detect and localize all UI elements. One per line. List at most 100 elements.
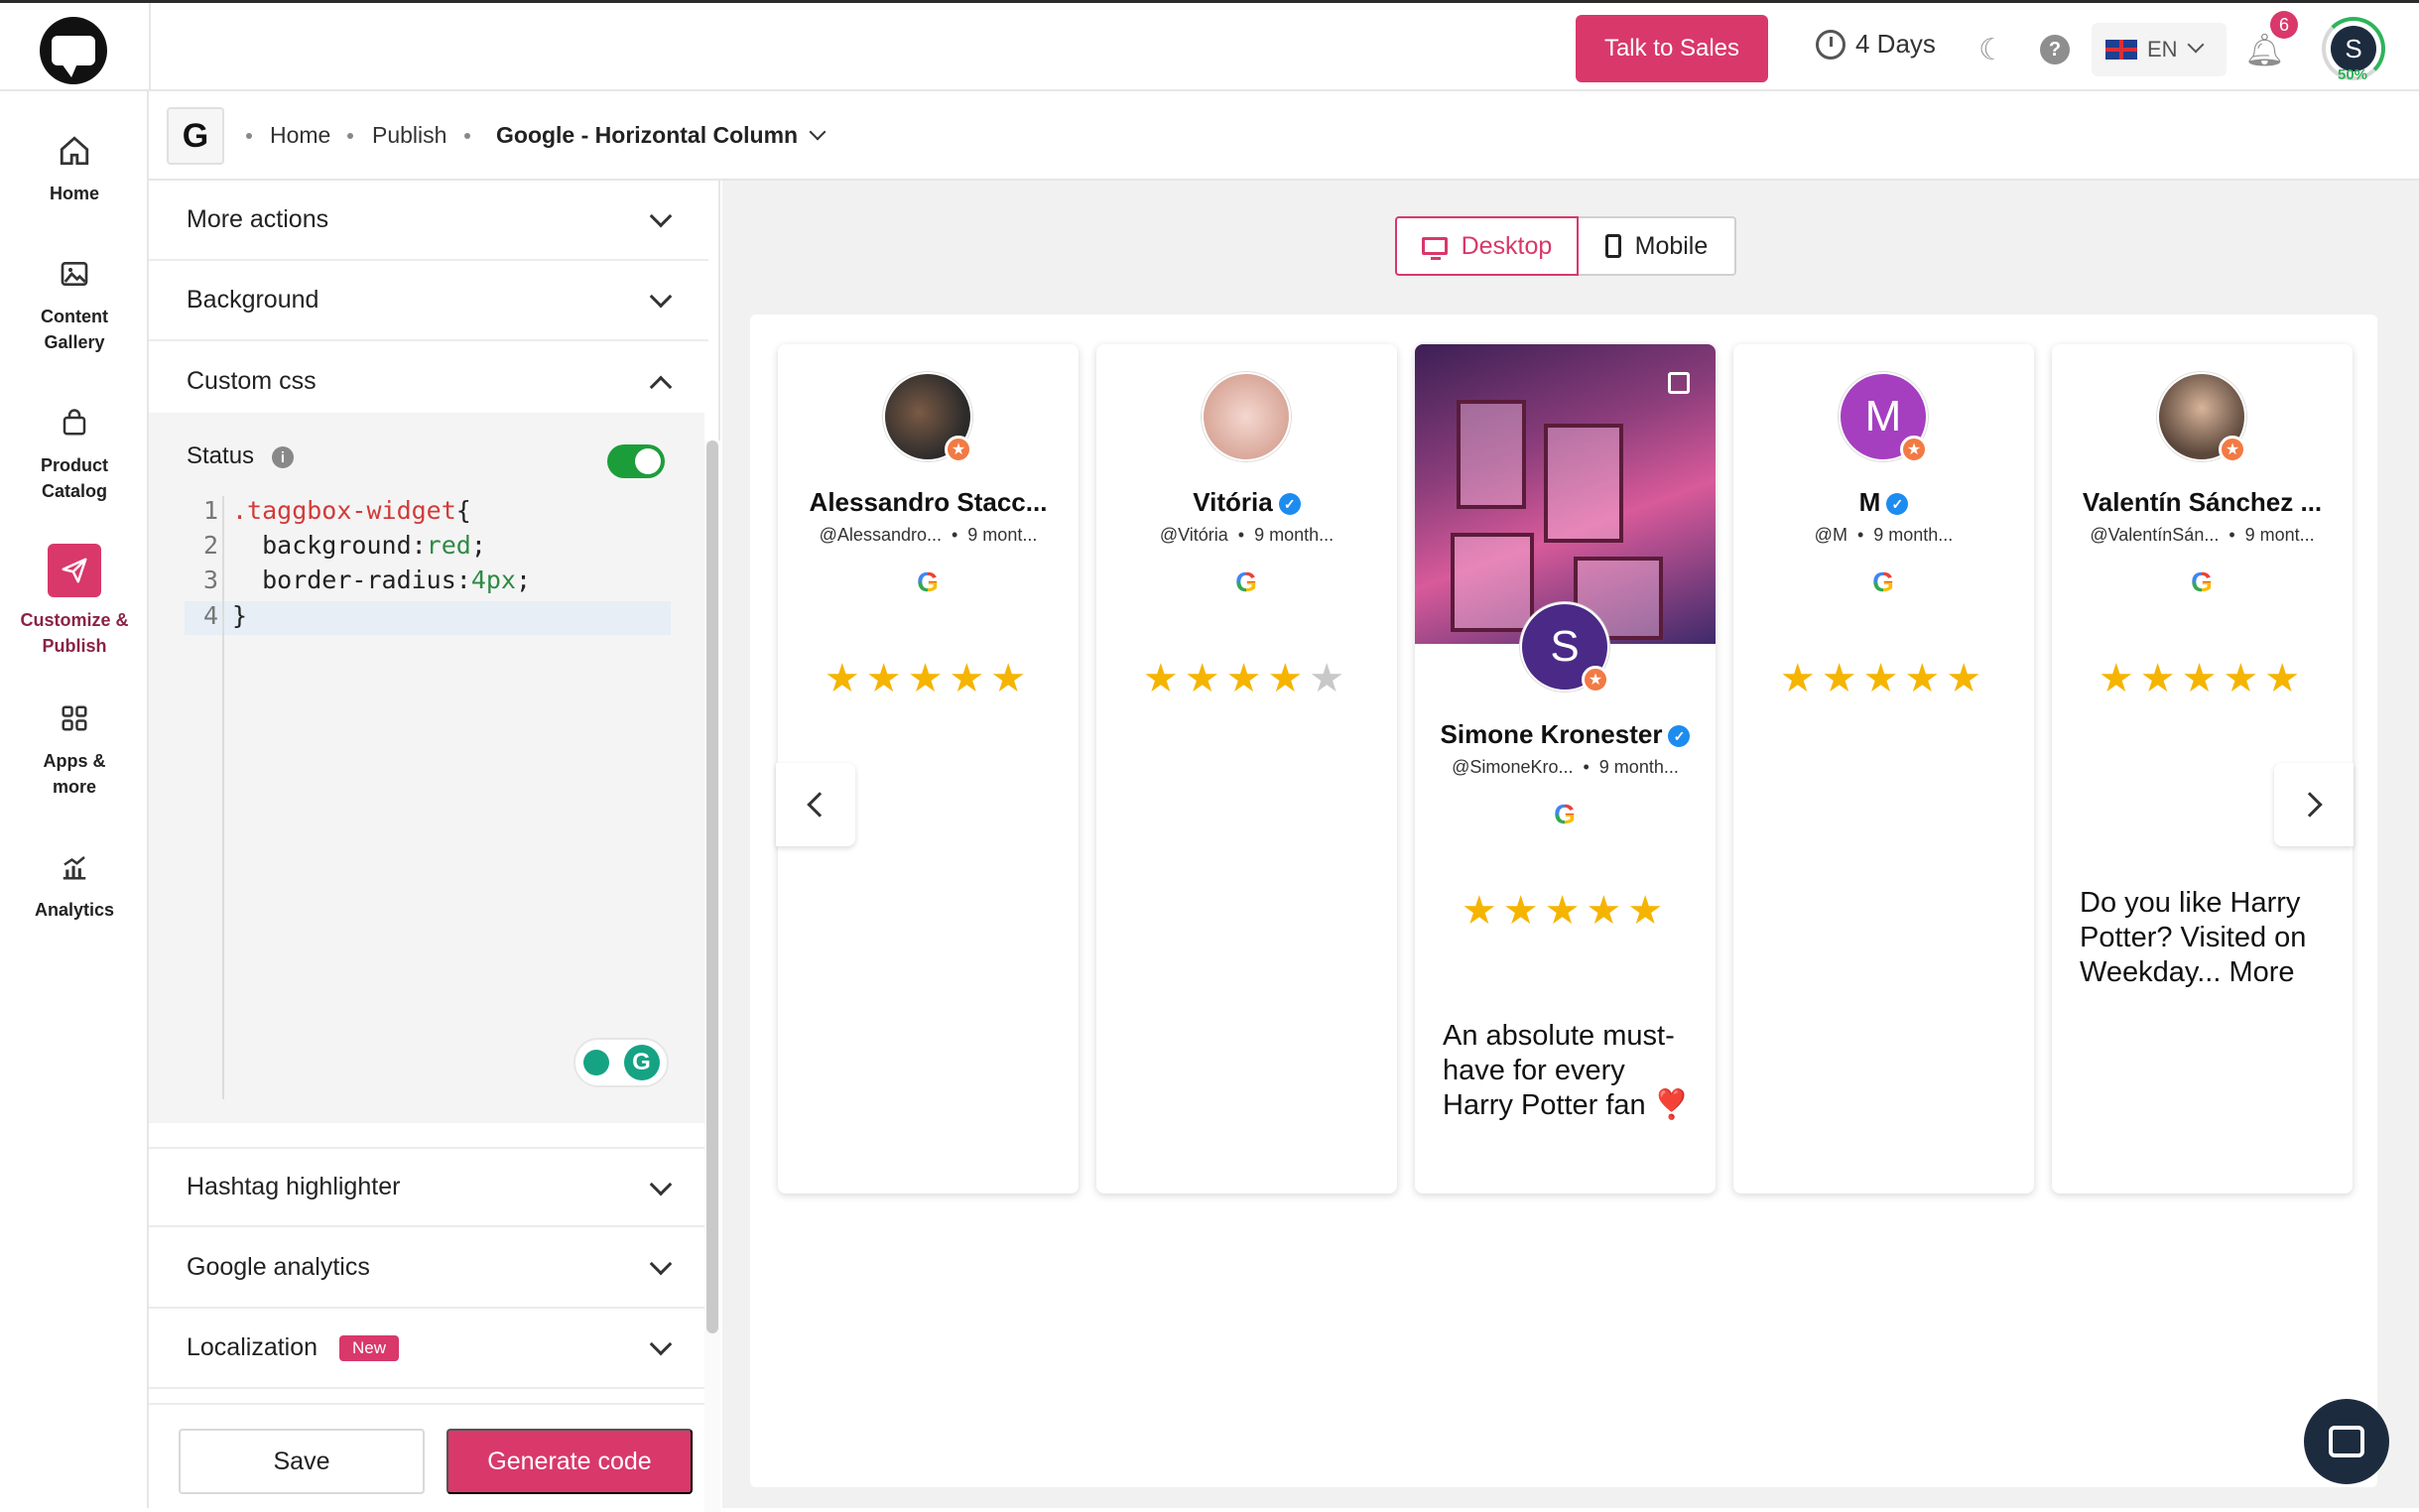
reviewer-name: Simone Kronester ✓ [1415, 719, 1716, 750]
chevron-down-icon [649, 1252, 673, 1276]
star-rating: ★★★★★ [2098, 657, 2307, 700]
chat-support-button[interactable] [2304, 1399, 2389, 1484]
code-line: .taggbox-widget{ [232, 496, 471, 525]
accordion-label: Google analytics [187, 1253, 370, 1281]
status-label: Status [187, 442, 255, 469]
breadcrumb: G Home Publish Google - Horizontal Colum… [149, 91, 2419, 181]
accordion-hashtag-highlighter[interactable]: Hashtag highlighter [149, 1147, 708, 1227]
reviewer-name: Alessandro Stacc... [778, 487, 1079, 518]
status-toggle[interactable] [607, 444, 665, 478]
chevron-down-icon [2187, 36, 2205, 54]
reviewer-handle: @SimoneKro... [1452, 757, 1574, 777]
tab-mobile[interactable]: Mobile [1578, 216, 1736, 276]
help-icon[interactable]: ? [2040, 35, 2070, 64]
mobile-icon [1604, 234, 1621, 258]
line-number: 4 [202, 601, 218, 630]
active-line-highlight [185, 601, 671, 635]
carousel-next-button[interactable] [2274, 763, 2354, 846]
generate-code-button[interactable]: Generate code [446, 1429, 693, 1494]
new-badge: New [339, 1334, 400, 1361]
accordion-google-analytics[interactable]: Google analytics [149, 1228, 708, 1309]
code-line: } [232, 601, 247, 630]
css-semicolon: ; [515, 566, 532, 594]
review-card[interactable]: M ★ M ✓ @M • 9 month... G ★★★★★ [1733, 344, 2034, 1194]
line-number: 2 [202, 531, 218, 560]
profile-progress-label: 50% [2338, 66, 2368, 83]
dark-mode-icon[interactable]: ☾ [1978, 33, 2005, 67]
custom-css-section: Status i 1 2 3 4 .taggbox-widget{ backgr… [149, 413, 704, 1123]
divider [149, 3, 151, 94]
sidebar-item-analytics[interactable]: Analytics [0, 847, 149, 923]
accordion-more-actions[interactable]: More actions [149, 181, 708, 261]
sidebar: Home Content Gallery Product Catalog Cus… [0, 91, 149, 1508]
app-logo[interactable] [40, 17, 107, 84]
css-semicolon: ; [470, 531, 486, 560]
timer-icon [1816, 29, 1846, 60]
tab-desktop[interactable]: Desktop [1395, 216, 1579, 276]
sidebar-item-label: Content Gallery [41, 307, 108, 352]
reviewer-name-text: M [1858, 487, 1881, 517]
css-property: background: [232, 531, 427, 560]
accordion-label: Localization [187, 1333, 318, 1361]
grammarly-widget[interactable]: G [573, 1038, 669, 1087]
breadcrumb-publish[interactable]: Publish [372, 122, 446, 149]
photo-detail [1457, 400, 1526, 509]
reviewer-handle: @ValentínSán... [2090, 525, 2220, 545]
device-toggle: Desktop Mobile [1395, 216, 1736, 276]
trial-counter[interactable]: 4 Days [1816, 29, 1936, 60]
info-icon[interactable]: i [272, 446, 294, 468]
chevron-down-icon [649, 1332, 673, 1356]
sidebar-item-apps[interactable]: Apps & more [0, 698, 149, 800]
language-select[interactable]: EN [2092, 23, 2227, 76]
accordion-label: More actions [187, 205, 329, 233]
photo-detail [1544, 424, 1623, 543]
sidebar-item-home[interactable]: Home [0, 131, 149, 206]
breadcrumb-home[interactable]: Home [270, 122, 330, 149]
star-rating: ★★★★★ [1461, 889, 1670, 933]
send-icon [48, 544, 101, 597]
breadcrumb-widget-select[interactable]: Google - Horizontal Column [496, 122, 827, 149]
reviewer-name: Vitória ✓ [1096, 487, 1397, 518]
review-card[interactable]: Vitória ✓ @Vitória • 9 month... G ★★★★★ [1096, 344, 1397, 1194]
talk-to-sales-button[interactable]: Talk to Sales [1576, 15, 1768, 82]
bag-icon [55, 403, 94, 442]
review-photo[interactable] [1415, 344, 1716, 644]
css-brace: } [232, 601, 248, 630]
accordion-localization[interactable]: Localization New [149, 1309, 708, 1389]
reviewer-name-text: Alessandro Stacc... [809, 487, 1048, 517]
breadcrumb-separator [246, 133, 252, 139]
css-value: red [426, 531, 471, 560]
chat-icon [2329, 1426, 2364, 1457]
breadcrumb-current: Google - Horizontal Column [496, 122, 799, 148]
settings-panel: More actions Background Custom css Statu… [149, 181, 720, 1512]
local-guide-badge-icon: ★ [1900, 436, 1928, 463]
local-guide-badge-icon: ★ [945, 436, 972, 463]
chevron-down-icon [649, 1173, 673, 1197]
sidebar-item-label: Home [49, 184, 99, 203]
image-icon [55, 254, 94, 294]
chevron-down-icon [809, 123, 827, 141]
preview-area: Desktop Mobile ★ Alessandro Stacc... @Al… [722, 181, 2419, 1508]
widget-preview: ★ Alessandro Stacc... @Alessandro... • 9… [750, 315, 2377, 1487]
grammarly-icon[interactable]: G [623, 1045, 660, 1080]
css-code-editor[interactable]: 1 2 3 4 .taggbox-widget{ background:red;… [185, 496, 671, 1099]
accordion-label: Custom css [187, 367, 317, 395]
accordion-background[interactable]: Background [149, 261, 708, 341]
review-time: 9 mont... [967, 525, 1038, 545]
sidebar-item-customize-publish[interactable]: Customize & Publish [0, 544, 149, 659]
save-button[interactable]: Save [179, 1429, 425, 1494]
chevron-up-icon [649, 375, 673, 399]
tab-label: Desktop [1461, 231, 1553, 260]
review-card[interactable]: S ★ Simone Kronester ✓ @SimoneKro... • 9 … [1415, 344, 1716, 1194]
lightbulb-icon[interactable] [582, 1050, 609, 1075]
accordion-label: Hashtag highlighter [187, 1173, 401, 1200]
scrollbar-thumb[interactable] [706, 441, 718, 1333]
star-rating: ★★★★★ [824, 657, 1033, 700]
accordion-label: Background [187, 286, 319, 314]
sidebar-item-content-gallery[interactable]: Content Gallery [0, 254, 149, 355]
sidebar-item-product-catalog[interactable]: Product Catalog [0, 403, 149, 504]
reviewer-name-text: Valentín Sánchez ... [2082, 487, 2323, 517]
carousel-prev-button[interactable] [776, 763, 855, 846]
sidebar-item-label: Analytics [34, 900, 115, 920]
accordion-custom-css[interactable]: Custom css [149, 341, 708, 422]
